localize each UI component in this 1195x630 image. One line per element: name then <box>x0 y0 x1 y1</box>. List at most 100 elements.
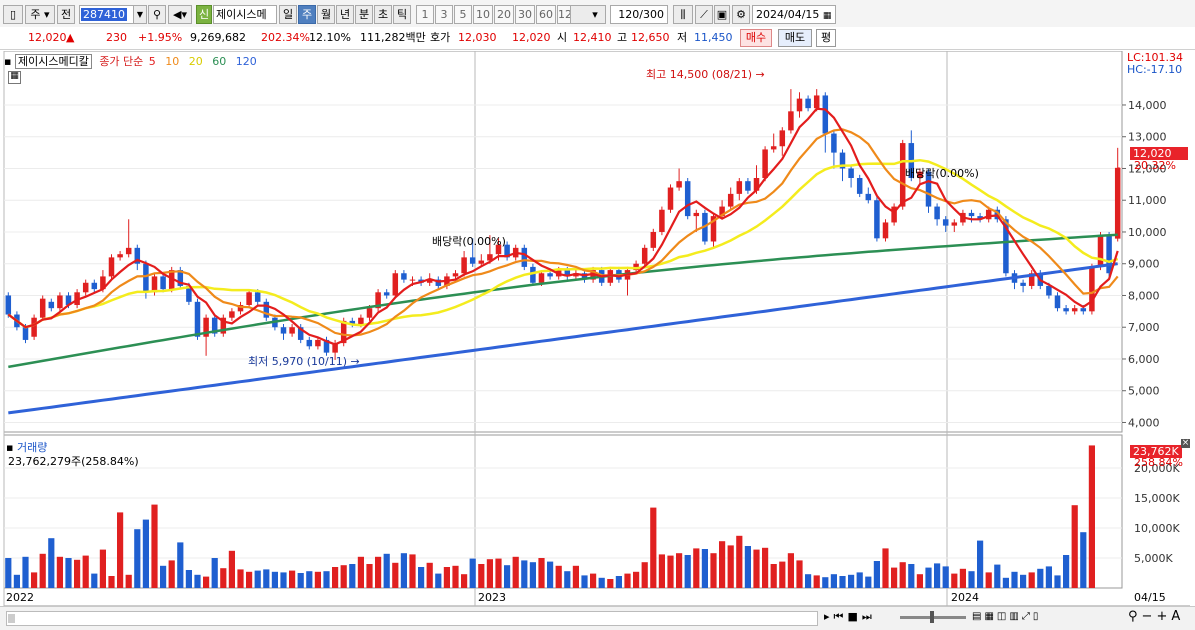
volume-bar <box>547 561 554 588</box>
hc-label: HC:-17.10 <box>1127 63 1183 76</box>
scroll-right-icon[interactable]: ▸ <box>824 610 834 623</box>
volume-bar <box>1088 445 1095 588</box>
minute-button-30[interactable]: 30 <box>515 5 535 24</box>
ma-120-label[interactable]: 120 <box>236 55 257 68</box>
high-annotation: 최고 14,500 (08/21) → <box>646 68 765 81</box>
volume-bar <box>676 553 683 588</box>
dividend-annotation-2024: 배당락(0.00%) <box>905 167 979 180</box>
buy-button[interactable]: 매수 <box>740 29 772 47</box>
save-icon[interactable]: ▣ <box>714 5 730 24</box>
volume-bar <box>99 549 106 588</box>
zoom-buttons: ⚲−+A <box>1128 609 1184 624</box>
stop-icon[interactable]: ■ <box>847 610 861 623</box>
draw-icon[interactable]: ⟋ <box>695 5 713 24</box>
minute-button-5[interactable]: 5 <box>454 5 472 24</box>
candle-body <box>951 222 958 226</box>
candle-body <box>942 219 949 226</box>
pane-icon[interactable]: ▥ <box>1009 611 1021 622</box>
volume-bar <box>469 558 476 588</box>
volume-bar <box>633 571 640 588</box>
count-input[interactable]: 120/300 <box>610 5 668 24</box>
candle-body <box>822 95 829 134</box>
volume-bar <box>899 562 906 588</box>
scroll-track[interactable] <box>6 611 818 626</box>
candle-body <box>538 273 545 283</box>
price-volume-chart[interactable]: 4,000 5,000 6,000 7,000 8,000 9,000 10,000 11,0… <box>0 51 1195 606</box>
period-button-3[interactable]: 년 <box>336 5 354 24</box>
candle-body <box>676 181 682 188</box>
grid-icon[interactable]: ▤ <box>972 611 984 622</box>
eval-button[interactable]: 평 <box>816 29 836 47</box>
volume-bar <box>461 574 468 588</box>
stock-name-field[interactable]: 제이시스메 <box>213 5 277 24</box>
ma-5-label[interactable]: 5 <box>149 55 156 68</box>
volume-bar <box>168 560 175 588</box>
volume-bar <box>650 507 657 588</box>
low-label: 저 <box>677 31 688 44</box>
ma-20-label[interactable]: 20 <box>189 55 203 68</box>
calendar-icon[interactable]: ▦ <box>823 11 832 21</box>
period-button-2[interactable]: 월 <box>317 5 335 24</box>
stock-name-label[interactable]: 제이시스메디칼 <box>14 54 92 69</box>
candle-body <box>125 247 132 255</box>
volume-bar <box>1063 555 1070 588</box>
period-button-4[interactable]: 분 <box>355 5 373 24</box>
volume-bar <box>228 550 235 588</box>
bottom-scrollbar[interactable]: ▸⏮■⏭ ▤▦◫▥⤢▯ ⚲−+A <box>0 606 1195 630</box>
minute-button-20[interactable]: 20 <box>494 5 514 24</box>
volume-bar <box>1045 566 1052 588</box>
code-dropdown-icon[interactable]: ▼ <box>133 5 147 24</box>
rewind-icon[interactable]: ⏮ <box>834 610 848 623</box>
prev-button[interactable]: 전 <box>57 5 75 24</box>
zoom-slider-handle[interactable] <box>930 611 934 623</box>
candle-icon[interactable]: ⫼ <box>673 5 693 24</box>
close-icon[interactable]: × <box>1181 439 1190 448</box>
minute-custom-select[interactable]: ▾ <box>570 5 606 24</box>
x-label-2023: 2023 <box>478 591 506 604</box>
candle-body <box>401 273 407 280</box>
price-change-pct: +1.95% <box>138 31 183 44</box>
candle-body <box>478 260 485 264</box>
forward-icon[interactable]: ⏭ <box>862 610 876 623</box>
volume-bar <box>340 565 347 588</box>
date-input[interactable]: 2024/04/15 ▦ <box>752 5 836 24</box>
candle-body <box>246 292 252 305</box>
chart-area[interactable]: 4,000 5,000 6,000 7,000 8,000 9,000 10,000 11,0… <box>0 51 1195 629</box>
gear-icon[interactable]: ⚙ <box>732 5 750 24</box>
candle-body <box>315 339 321 347</box>
volume-bar <box>796 560 803 588</box>
zoom-out-icon[interactable]: − <box>1142 609 1157 624</box>
zoom-search-icon[interactable]: ⚲ <box>1128 609 1142 624</box>
volume-bar <box>641 562 648 588</box>
zoom-in-icon[interactable]: + <box>1156 609 1171 624</box>
candle-body <box>805 98 811 109</box>
sell-button[interactable]: 매도 <box>778 29 812 47</box>
minute-button-60[interactable]: 60 <box>536 5 556 24</box>
period-button-1[interactable]: 주 <box>298 5 316 24</box>
chart-settings-icon[interactable]: ▯ <box>3 5 23 24</box>
split-icon[interactable]: ◫ <box>997 611 1009 622</box>
period-button-6[interactable]: 틱 <box>393 5 411 24</box>
zoom-slider[interactable] <box>900 611 966 623</box>
volume-bar <box>314 571 321 588</box>
minute-button-10[interactable]: 10 <box>473 5 493 24</box>
scroll-thumb[interactable] <box>8 614 15 623</box>
search-icon[interactable]: ⚲ <box>148 5 166 24</box>
minute-button-1[interactable]: 1 <box>416 5 434 24</box>
chart-icon[interactable]: ▦ <box>984 611 996 622</box>
data-table-icon[interactable]: ▦ <box>8 71 21 84</box>
period-button-0[interactable]: 일 <box>279 5 297 24</box>
volume-bar <box>710 553 717 588</box>
text-size-icon[interactable]: A <box>1171 609 1184 624</box>
ma-10-label[interactable]: 10 <box>165 55 179 68</box>
volume-bar <box>383 553 390 588</box>
layout-icon[interactable]: ▯ <box>1033 611 1042 622</box>
volume-bar <box>56 556 63 588</box>
period-button-5[interactable]: 초 <box>374 5 392 24</box>
chart-type-select[interactable]: 주 ▾ <box>25 5 55 24</box>
minute-button-3[interactable]: 3 <box>435 5 453 24</box>
volume-bar <box>555 565 562 588</box>
fit-icon[interactable]: ⤢ <box>1022 611 1033 622</box>
sound-icon[interactable]: ◀▾ <box>168 5 192 24</box>
ma-60-label[interactable]: 60 <box>212 55 226 68</box>
